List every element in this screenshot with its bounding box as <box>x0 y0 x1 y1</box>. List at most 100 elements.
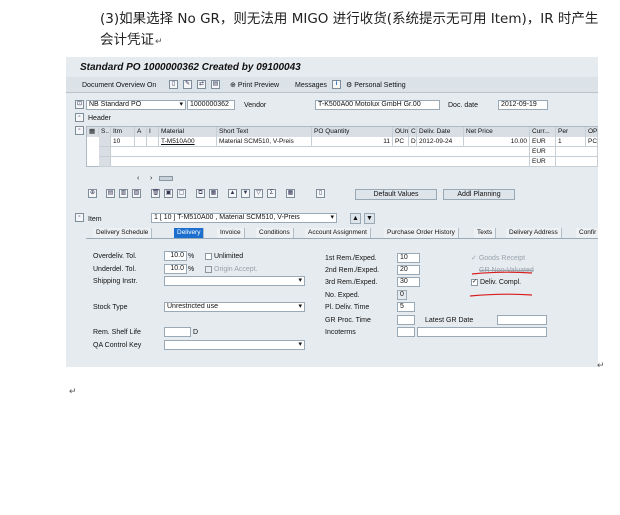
personal-setting-button[interactable]: ⚙ Personal Setting <box>346 81 406 90</box>
tab-conditions[interactable]: Conditions <box>256 228 294 238</box>
layout-icon[interactable]: ▦ <box>286 189 295 198</box>
grid-header-cell[interactable]: S.. <box>99 127 111 137</box>
second-reminder-field[interactable]: 20 <box>397 265 420 275</box>
unlock-icon[interactable]: ▢ <box>177 189 186 198</box>
delete-icon[interactable]: 🗑 <box>151 189 160 198</box>
vendor-field[interactable]: T-K500A00 Motolux GmbH Gr.00 <box>315 100 440 110</box>
incoterms-field[interactable] <box>397 327 415 337</box>
tab-invoice[interactable]: Invoice <box>217 228 245 238</box>
header-section-label[interactable]: Header <box>88 114 111 123</box>
stock-type-select[interactable]: Unrestricted use ▾ <box>164 302 305 312</box>
grid-header-cell[interactable]: Short Text <box>217 127 312 137</box>
insert-row-icon[interactable]: ▧ <box>132 189 141 198</box>
other-po-icon[interactable]: ▤ <box>211 80 220 89</box>
new-document-icon[interactable]: ▯ <box>169 80 178 89</box>
tab-purchase-order-history[interactable]: Purchase Order History <box>384 228 459 238</box>
horizontal-scrollbar[interactable] <box>159 176 173 181</box>
shipping-instructions-select[interactable]: ▾ <box>164 276 305 286</box>
addl-planning-button[interactable]: Addl Planning <box>443 189 515 200</box>
tab-texts[interactable]: Texts <box>474 228 497 238</box>
settings-icon[interactable]: ▯ <box>316 189 325 198</box>
table-cell[interactable] <box>147 137 159 147</box>
sum-icon[interactable]: Σ <box>267 189 276 198</box>
overdelivery-tolerance-field[interactable]: 10.0 <box>164 251 187 261</box>
doc-date-field[interactable]: 2012-09-19 <box>498 100 548 110</box>
incoterms-location-field[interactable] <box>417 327 547 337</box>
tab-delivery-address[interactable]: Delivery Address <box>506 228 562 238</box>
messages-button[interactable]: Messages <box>295 81 327 90</box>
unlimited-checkbox[interactable]: Unlimited <box>205 252 243 261</box>
table-cell[interactable]: 2012-09-24 <box>417 137 464 147</box>
duplicate-icon[interactable]: ⧉ <box>196 189 205 198</box>
table-cell[interactable]: EUR <box>530 157 556 167</box>
grid-header-cell[interactable]: C <box>409 127 417 137</box>
table-cell[interactable]: 10.00 <box>464 137 530 147</box>
grid-header-cell[interactable]: OUn <box>393 127 409 137</box>
tab-delivery[interactable]: Delivery <box>174 228 205 238</box>
table-cell[interactable]: EUR <box>530 147 556 157</box>
underdelivery-tolerance-field[interactable]: 10.0 <box>164 264 187 274</box>
table-cell[interactable]: 10 <box>111 137 135 147</box>
tab-delivery-schedule[interactable]: Delivery Schedule <box>93 228 153 238</box>
po-type-select[interactable]: NB Standard PO ▾ <box>86 100 186 110</box>
table-row[interactable] <box>111 147 530 157</box>
table-cell[interactable]: PC <box>586 137 598 147</box>
next-item-icon[interactable]: ▼ <box>364 213 375 224</box>
third-reminder-field[interactable]: 30 <box>397 277 420 287</box>
lock-icon[interactable]: ▣ <box>164 189 173 198</box>
sort-icon[interactable]: ▲ <box>228 189 237 198</box>
row-selector[interactable] <box>99 157 111 167</box>
copy-icon[interactable]: ▤ <box>106 189 115 198</box>
po-number-field[interactable]: 1000000362 <box>187 100 235 110</box>
paste-icon[interactable]: ▥ <box>119 189 128 198</box>
grid-header-cell[interactable]: Material <box>159 127 217 137</box>
table-icon[interactable]: ▦ <box>209 189 218 198</box>
info-icon[interactable]: i <box>332 80 341 89</box>
table-row[interactable] <box>111 157 530 167</box>
print-preview-button[interactable]: ⊕ Print Preview <box>230 81 279 90</box>
scroll-right-icon[interactable]: › <box>150 174 152 183</box>
item-select[interactable]: 1 [ 10 ] T-M510A00 , Material SCM510, V-… <box>151 213 337 223</box>
item-collapse-icon[interactable]: ▫ <box>75 213 84 222</box>
grid-header-cell[interactable]: PO Quantity <box>312 127 393 137</box>
items-collapse-icon[interactable]: ▫ <box>75 126 84 135</box>
grid-header-cell[interactable]: Deliv. Date <box>417 127 464 137</box>
table-cell[interactable]: EUR <box>530 137 556 147</box>
grid-header-cell[interactable]: I <box>147 127 159 137</box>
grid-header-cell[interactable]: OP <box>586 127 598 137</box>
table-cell[interactable]: 11 <box>312 137 393 147</box>
grid-header-cell[interactable]: Curr... <box>530 127 556 137</box>
display-change-icon[interactable]: ⇄ <box>197 80 206 89</box>
first-reminder-field[interactable]: 10 <box>397 253 420 263</box>
table-cell[interactable]: PC <box>393 137 409 147</box>
table-cell[interactable]: D <box>409 137 417 147</box>
grid-header-cell[interactable]: Per <box>556 127 586 137</box>
row-selector[interactable] <box>99 137 111 147</box>
filter-icon[interactable]: ▽ <box>254 189 263 198</box>
table-cell[interactable]: Material SCM510, V-Preis <box>217 137 312 147</box>
scroll-left-icon[interactable]: ‹ <box>137 174 139 183</box>
tab-confirmations[interactable]: Confir <box>576 228 598 238</box>
planned-delivery-time-field[interactable]: 5 <box>397 302 415 312</box>
gr-proc-time-field[interactable] <box>397 315 415 325</box>
details-icon[interactable]: ⊕ <box>88 189 97 198</box>
row-selector[interactable] <box>99 147 111 157</box>
latest-gr-date-field[interactable] <box>497 315 547 325</box>
tab-account-assignment[interactable]: Account Assignment <box>305 228 371 238</box>
document-overview-button[interactable]: Document Overview On <box>82 81 156 90</box>
header-expand-icon[interactable]: ▫ <box>75 113 84 122</box>
table-cell[interactable]: T-M510A00 <box>159 137 217 147</box>
edit-icon[interactable]: ✎ <box>183 80 192 89</box>
table-cell[interactable] <box>556 147 598 157</box>
grid-header-cell[interactable]: Net Price <box>464 127 530 137</box>
rem-shelf-life-field[interactable] <box>164 327 191 337</box>
sort-desc-icon[interactable]: ▼ <box>241 189 250 198</box>
grid-header-cell[interactable]: Itm <box>111 127 135 137</box>
default-values-button[interactable]: Default Values <box>355 189 437 200</box>
grid-header-cell[interactable]: A <box>135 127 147 137</box>
table-cell[interactable] <box>556 157 598 167</box>
table-cell[interactable]: 1 <box>556 137 586 147</box>
previous-item-icon[interactable]: ▲ <box>350 213 361 224</box>
table-cell[interactable] <box>135 137 147 147</box>
qa-control-key-select[interactable]: ▾ <box>164 340 305 350</box>
